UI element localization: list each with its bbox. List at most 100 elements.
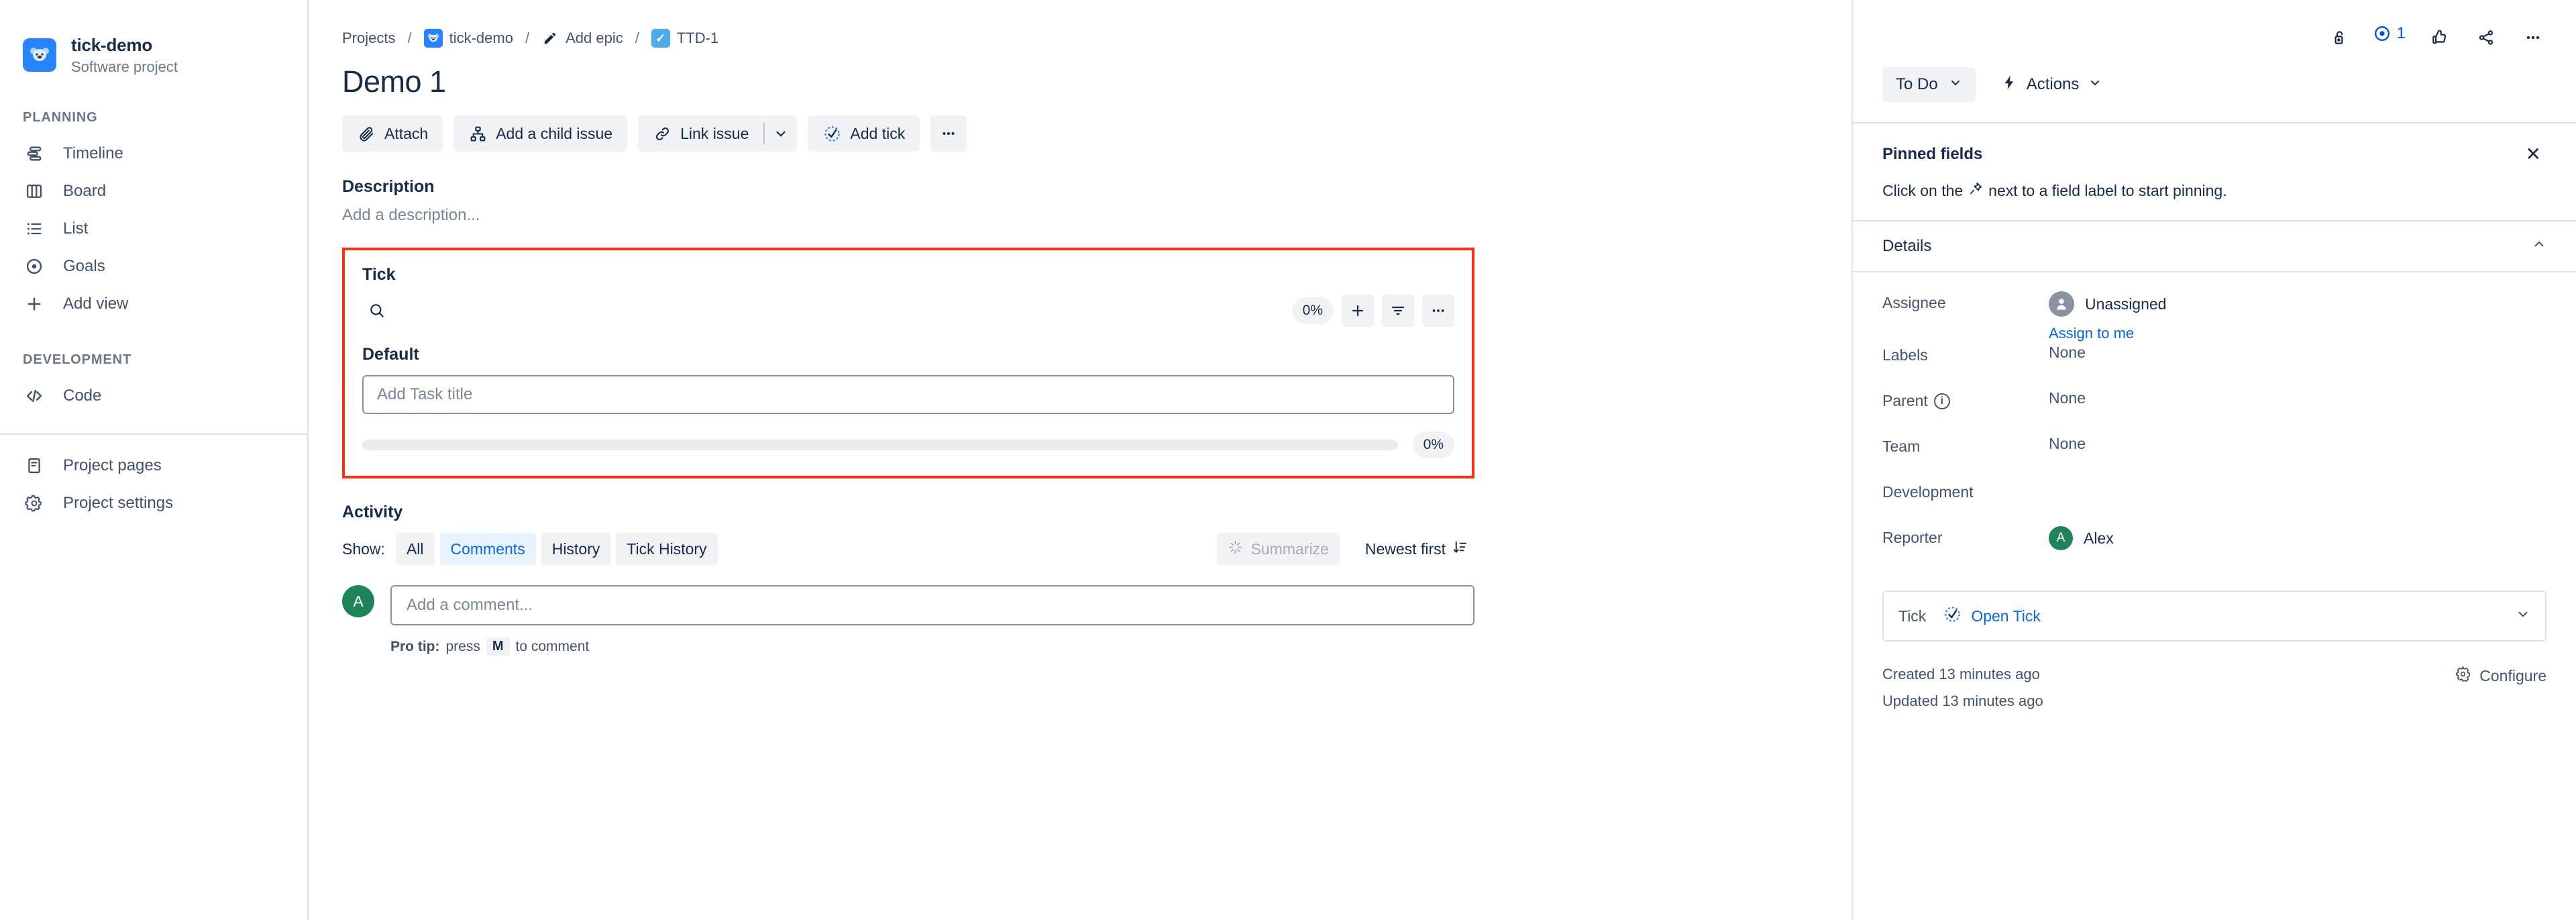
sidebar-item-label: Code (63, 387, 102, 405)
more-icon (939, 124, 958, 143)
sidebar-item-board[interactable]: Board (0, 172, 307, 210)
gear-icon (23, 492, 46, 515)
sidebar-item-label: Project pages (63, 456, 162, 474)
add-tick-button[interactable]: Add tick (808, 115, 920, 152)
list-icon (23, 217, 46, 240)
parent-value[interactable]: None (2049, 388, 2546, 407)
chevron-down-icon[interactable] (2516, 607, 2530, 625)
attach-button[interactable]: Attach (342, 115, 443, 152)
add-task-title-input[interactable] (362, 375, 1454, 414)
comment-composer: A (342, 585, 1474, 625)
project-avatar-icon (423, 29, 443, 48)
description-heading: Description (342, 177, 435, 196)
unlock-icon[interactable] (2326, 24, 2353, 51)
breadcrumb: Projects / tick-demo / Add epic / ✓ TTD-… (342, 27, 1690, 50)
sidebar-item-code[interactable]: Code (0, 377, 307, 415)
tick-clock-icon (1943, 605, 1962, 627)
sidebar-item-label: Board (63, 182, 107, 200)
summarize-button[interactable]: Summarize (1216, 533, 1340, 565)
sidebar-item-project-pages[interactable]: Project pages (0, 447, 307, 484)
field-reporter: Reporter A Alex (1882, 525, 2546, 570)
link-issue-chevron-down-icon[interactable] (765, 115, 797, 152)
issue-more-actions-button[interactable] (930, 115, 967, 152)
breadcrumb-project[interactable]: tick-demo (423, 29, 513, 48)
pinned-fields-title: Pinned fields (1882, 145, 1983, 163)
team-value[interactable]: None (2049, 433, 2546, 453)
breadcrumb-issue-key: TTD-1 (676, 30, 719, 46)
watch-count: 1 (2396, 24, 2406, 42)
tab-history[interactable]: History (541, 533, 611, 565)
more-icon[interactable] (2520, 24, 2546, 51)
field-label: Parent (1882, 392, 1928, 409)
tick-group-title: Default (362, 345, 419, 364)
development-value[interactable] (2049, 479, 2546, 480)
project-name: tick-demo (71, 34, 153, 55)
project-header[interactable]: tick-demo Software project (0, 30, 307, 81)
labels-value[interactable]: None (2049, 342, 2546, 362)
chevron-up-icon (2532, 237, 2546, 256)
breadcrumb-add-epic[interactable]: Add epic (541, 30, 623, 47)
assignee-value[interactable]: Unassigned (2049, 291, 2546, 317)
sidebar-item-timeline[interactable]: Timeline (0, 135, 307, 172)
issue-footer: Created 13 minutes ago Updated 13 minute… (1853, 666, 2576, 710)
breadcrumb-separator: / (525, 30, 530, 46)
field-label: Labels (1882, 346, 1928, 364)
page-title[interactable]: Demo 1 (342, 64, 1690, 99)
watch-eye-icon[interactable]: 1 (2373, 24, 2406, 43)
avatar: A (2049, 526, 2073, 550)
add-task-button[interactable] (1342, 295, 1374, 327)
field-label: Assignee (1882, 294, 1946, 311)
sort-order-button[interactable]: Newest first (1358, 533, 1474, 565)
tick-panel-heading: Tick (362, 265, 396, 284)
status-badge[interactable]: To Do (1882, 67, 1976, 102)
project-avatar-icon (23, 38, 56, 72)
configure-button[interactable]: Configure (2455, 666, 2546, 686)
sidebar-item-label: Project settings (63, 494, 174, 512)
sidebar-item-goals[interactable]: Goals (0, 248, 307, 285)
pro-tip-key: M (486, 637, 510, 656)
info-icon[interactable]: i (1933, 393, 1950, 409)
pro-tip-text-before: press (445, 638, 480, 654)
reporter-value[interactable]: A Alex (2049, 526, 2546, 550)
add-child-issue-button[interactable]: Add a child issue (453, 115, 628, 152)
pro-tip-prefix: Pro tip: (390, 638, 440, 654)
chevron-down-icon (1949, 75, 1962, 94)
thumbs-up-icon[interactable] (2426, 24, 2453, 51)
tab-tick-history[interactable]: Tick History (616, 533, 718, 565)
description-placeholder[interactable]: Add a description... (342, 206, 1690, 225)
add-child-issue-label: Add a child issue (496, 124, 613, 142)
activity-heading: Activity (342, 503, 403, 521)
tick-field-status: Open Tick (1971, 607, 2041, 625)
sidebar-item-list[interactable]: List (0, 210, 307, 248)
tick-field-row[interactable]: Tick Open Tick (1882, 591, 2546, 642)
assign-to-me-link[interactable]: Assign to me (2049, 325, 2134, 342)
pages-icon (23, 454, 46, 477)
tab-comments[interactable]: Comments (439, 533, 536, 565)
filter-icon[interactable] (1382, 295, 1414, 327)
link-issue-button[interactable]: Link issue (638, 115, 763, 152)
nav-section-development-label: DEVELOPMENT (23, 352, 132, 367)
details-field-list: Assignee Unassigned Assign to me Labels … (1853, 272, 2576, 570)
field-development: Development (1882, 479, 2546, 525)
breadcrumb-issue[interactable]: ✓ TTD-1 (651, 29, 718, 48)
field-team: Team None (1882, 433, 2546, 479)
comment-input[interactable] (390, 585, 1474, 625)
details-section-header[interactable]: Details (1853, 220, 2576, 272)
close-icon[interactable]: ✕ (2520, 142, 2546, 166)
issue-details-panel: 1 To Do Actions Pinned fields ✕ Click on… (1851, 0, 2576, 920)
sidebar-divider (0, 433, 307, 435)
tab-all[interactable]: All (395, 533, 435, 565)
sidebar-item-add-view[interactable]: Add view (0, 285, 307, 323)
share-icon[interactable] (2473, 24, 2500, 51)
pencil-icon (541, 30, 559, 47)
field-label: Team (1882, 438, 1921, 455)
actions-button[interactable]: Actions (1990, 67, 2113, 102)
sort-descending-icon (1452, 540, 1468, 559)
field-label: Development (1882, 483, 1974, 501)
sidebar-item-project-settings[interactable]: Project settings (0, 484, 307, 522)
breadcrumb-projects[interactable]: Projects (342, 30, 395, 47)
nav-section-planning-label: PLANNING (23, 110, 98, 125)
summarize-label: Summarize (1250, 540, 1329, 558)
search-icon[interactable] (362, 296, 392, 325)
more-icon[interactable] (1422, 295, 1454, 327)
